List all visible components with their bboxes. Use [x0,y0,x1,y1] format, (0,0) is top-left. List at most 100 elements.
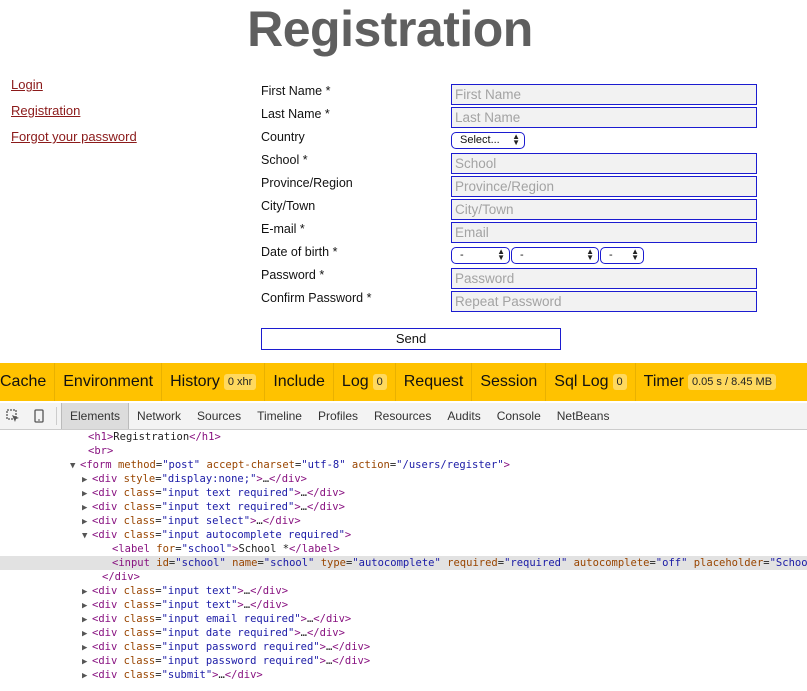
dom-node-line[interactable]: <h1>Registration</h1> [0,430,807,444]
school-label: School * [261,153,308,167]
dom-node-text: <label for="school">School *</label> [112,543,340,555]
school-input[interactable] [451,153,757,174]
city-input[interactable] [451,199,757,220]
birth-month-select[interactable]: - ▲ ▼ [511,247,599,264]
collapsed-triangle-icon[interactable]: ▶ [82,627,92,641]
side-navigation: Login Registration Forgot your password [11,77,137,155]
devtools-tabbar: Elements Network Sources Timeline Profil… [0,403,807,430]
dom-node-text: <div class="input password required">…</… [92,641,371,653]
debug-sql-log[interactable]: Sql Log 0 [546,363,636,401]
forgot-password-link[interactable]: Forgot your password [11,129,137,145]
tab-network[interactable]: Network [129,403,189,429]
dom-node-text: <div class="input email required">…</div… [92,613,352,625]
registration-form: First Name * Last Name * Country Select.… [261,82,761,350]
tab-console[interactable]: Console [489,403,549,429]
debug-environment[interactable]: Environment [55,363,163,401]
dom-node-line[interactable]: ▶ <div style="display:none;">…</div> [0,472,807,486]
expanded-triangle-icon[interactable]: ▼ [82,529,92,543]
dom-node-text: <div class="input text">…</div> [92,585,289,597]
last-name-label: Last Name * [261,107,330,121]
collapsed-triangle-icon[interactable]: ▶ [82,473,92,487]
country-select-value: Select... [460,134,500,146]
password-input[interactable] [451,268,757,289]
debug-log[interactable]: Log 0 [334,363,396,401]
tab-netbeans[interactable]: NetBeans [549,403,618,429]
tab-profiles[interactable]: Profiles [310,403,366,429]
tab-resources[interactable]: Resources [366,403,439,429]
debug-history-badge: 0 xhr [223,374,257,390]
debug-timer-label: Timer [643,373,684,390]
collapsed-triangle-icon[interactable]: ▶ [82,641,92,655]
debug-timer[interactable]: Timer 0.05 s / 8.45 MB [636,363,784,401]
last-name-input[interactable] [451,107,757,128]
tab-audits[interactable]: Audits [439,403,488,429]
tab-sources[interactable]: Sources [189,403,249,429]
birth-day-select[interactable]: - ▲ ▼ [451,247,510,264]
country-select[interactable]: Select... ▲ ▼ [451,132,525,149]
dom-node-line[interactable]: </div> [0,570,807,584]
dom-node-text: <div class="input autocomplete required"… [92,529,352,541]
collapsed-triangle-icon[interactable]: ▶ [82,655,92,669]
send-button[interactable]: Send [261,328,561,350]
dom-node-line[interactable]: ▶ <div class="input email required">…</di… [0,612,807,626]
registration-link[interactable]: Registration [11,103,137,119]
tab-timeline[interactable]: Timeline [249,403,310,429]
collapsed-triangle-icon[interactable]: ▶ [82,515,92,529]
dom-node-line[interactable]: ▶ <div class="input password required">…<… [0,640,807,654]
confirm-password-input[interactable] [451,291,757,312]
dom-node-text: <input id="school" name="school" type="a… [112,557,807,569]
device-mode-icon[interactable] [26,403,52,429]
collapsed-triangle-icon[interactable]: ▶ [82,669,92,683]
debug-cache[interactable]: Cache [0,363,56,401]
collapsed-triangle-icon[interactable]: ▶ [82,585,92,599]
first-name-input[interactable] [451,84,757,105]
debug-request-label: Request [403,373,464,390]
confirm-password-row: Confirm Password * [261,289,761,312]
dom-node-text: <div class="input text">…</div> [92,599,289,611]
date-of-birth-label: Date of birth * [261,245,338,259]
collapsed-triangle-icon[interactable]: ▶ [82,613,92,627]
dom-node-line[interactable]: ▶ <div class="input date required">…</div… [0,626,807,640]
dom-node-line[interactable]: ▶ <div class="input text">…</div> [0,584,807,598]
dom-node-line[interactable]: ▶ <div class="input select">…</div> [0,514,807,528]
dom-node-line[interactable]: <input id="school" name="school" type="a… [0,556,807,570]
dom-node-line[interactable]: ▼ <form method="post" accept-charset="utf… [0,458,807,472]
debug-session[interactable]: Session [472,363,547,401]
dom-node-text: <div class="input password required">…</… [92,655,371,667]
email-input[interactable] [451,222,757,243]
country-row: Country Select... ▲ ▼ [261,128,761,151]
collapsed-triangle-icon[interactable]: ▶ [82,599,92,613]
dom-node-line[interactable]: ▼ <div class="input autocomplete required… [0,528,807,542]
dom-node-line[interactable]: ▶ <div class="input text required">…</div… [0,486,807,500]
debug-include-label: Include [273,373,325,390]
debug-include[interactable]: Include [265,363,334,401]
inspect-element-icon[interactable] [0,403,26,429]
password-label: Password * [261,268,325,282]
debug-sql-log-badge: 0 [612,374,627,390]
dom-node-line[interactable]: <br> [0,444,807,458]
province-row: Province/Region [261,174,761,197]
dom-node-text: <div class="input text required">…</div> [92,487,345,499]
dom-node-line[interactable]: ▶ <div class="submit">…</div> [0,668,807,682]
dom-node-text: </div> [102,571,140,583]
birth-year-select[interactable]: - ▲ ▼ [600,247,644,264]
debug-environment-label: Environment [63,373,154,390]
dom-node-line[interactable]: ▶ <div class="input text">…</div> [0,598,807,612]
province-input[interactable] [451,176,757,197]
debug-history[interactable]: History 0 xhr [162,363,266,401]
collapsed-triangle-icon[interactable]: ▶ [82,501,92,515]
birth-day-value: - [460,249,464,261]
collapsed-triangle-icon[interactable]: ▶ [82,487,92,501]
debug-log-label: Log [341,373,369,390]
debug-request[interactable]: Request [396,363,473,401]
tab-elements[interactable]: Elements [61,403,130,429]
select-arrows-icon: ▲ ▼ [631,247,639,262]
dom-node-line[interactable]: ▶ <div class="input password required">…<… [0,654,807,668]
dom-node-text: <form method="post" accept-charset="utf-… [80,459,510,471]
expanded-triangle-icon[interactable]: ▼ [70,459,80,473]
dom-node-line[interactable]: ▶ <div class="input text required">…</div… [0,500,807,514]
select-arrows-icon: ▲ ▼ [512,132,520,147]
login-link[interactable]: Login [11,77,137,93]
first-name-label: First Name * [261,84,331,98]
dom-node-line[interactable]: <label for="school">School *</label> [0,542,807,556]
